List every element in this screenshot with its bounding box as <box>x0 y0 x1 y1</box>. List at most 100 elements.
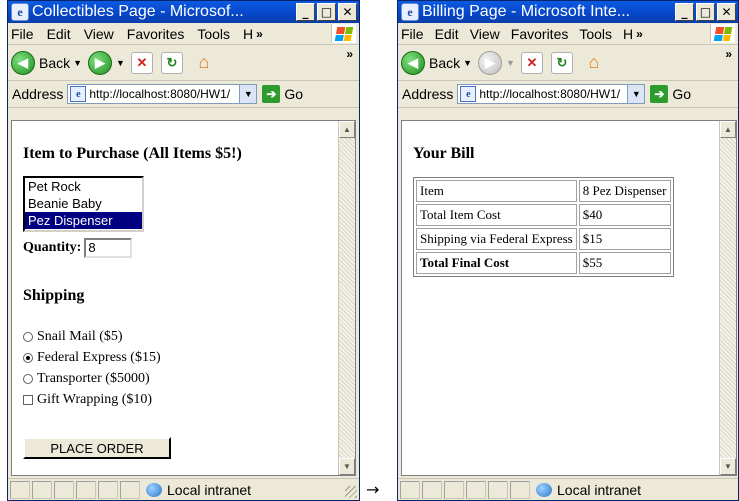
close-button[interactable]: ✕ <box>717 3 736 21</box>
back-button-label[interactable]: Back <box>429 55 460 71</box>
shipping-option-federal-express[interactable]: Federal Express ($15) <box>23 350 161 366</box>
window-title: Billing Page - Microsoft Inte... <box>422 3 631 20</box>
shipping-heading: Shipping <box>23 287 85 304</box>
go-button[interactable]: Go <box>284 86 303 102</box>
address-url[interactable]: http://localhost:8080/HW1/ <box>479 87 627 101</box>
forward-arrow-icon[interactable]: ▶ <box>88 50 113 75</box>
address-dropdown-icon[interactable]: ▼ <box>627 85 645 103</box>
menu-view[interactable]: View <box>470 26 500 42</box>
menu-view[interactable]: View <box>84 26 114 42</box>
table-row: Shipping via Federal Express $15 <box>416 228 671 250</box>
radio-button-selected[interactable] <box>23 353 33 363</box>
status-segment <box>510 480 530 499</box>
go-arrow-icon[interactable]: ➔ <box>262 85 281 103</box>
quantity-input[interactable]: 8 <box>84 238 133 258</box>
maximize-button[interactable]: □ <box>696 3 715 21</box>
page-icon: e <box>460 86 477 102</box>
address-input[interactable]: e http://localhost:8080/HW1/ ▼ <box>457 84 646 104</box>
table-row: Total Item Cost $40 <box>416 204 671 226</box>
table-row-total: Total Final Cost $55 <box>416 252 671 274</box>
back-dropdown-icon[interactable]: ▼ <box>73 58 82 68</box>
go-arrow-icon[interactable]: ➔ <box>650 85 669 103</box>
back-dropdown-icon[interactable]: ▼ <box>463 58 472 68</box>
bill-label: Shipping via Federal Express <box>416 228 577 250</box>
toolbar: ◀ Back ▼ ▶ ▼ ✕ ↻ ⌂ » <box>8 45 359 81</box>
radio-label: Transporter ($5000) <box>37 371 150 386</box>
address-label: Address <box>12 86 64 102</box>
address-url[interactable]: http://localhost:8080/HW1/ <box>89 87 239 101</box>
scroll-up-icon[interactable]: ▲ <box>339 121 355 138</box>
status-zone: Local intranet <box>167 481 252 498</box>
menu-favorites[interactable]: Favorites <box>127 26 185 42</box>
place-order-button[interactable]: PLACE ORDER <box>23 437 171 459</box>
status-segment <box>32 480 52 499</box>
toolbar-overflow-chevron[interactable]: » <box>346 47 353 61</box>
billing-window: e Billing Page - Microsoft Inte... _ □ ✕… <box>397 0 739 501</box>
address-input[interactable]: e http://localhost:8080/HW1/ ▼ <box>67 84 258 104</box>
menu-edit[interactable]: Edit <box>435 26 459 42</box>
gift-wrapping-option[interactable]: Gift Wrapping ($10) <box>23 392 152 408</box>
item-listbox[interactable]: Pet Rock Beanie Baby Pez Dispenser <box>23 176 144 232</box>
title-bar[interactable]: e Collectibles Page - Microsof... _ □ ✕ <box>8 1 359 23</box>
bill-value: 8 Pez Dispenser <box>578 180 671 202</box>
home-icon[interactable]: ⌂ <box>191 51 217 75</box>
title-bar[interactable]: e Billing Page - Microsoft Inte... _ □ ✕ <box>398 1 738 23</box>
menu-tools[interactable]: Tools <box>197 26 230 42</box>
windows-logo-icon <box>331 24 356 43</box>
menu-bar: File Edit View Favorites Tools H » <box>398 23 738 45</box>
page-viewport: Item to Purchase (All Items $5!) Pet Roc… <box>11 120 356 476</box>
menu-overflow-chevron[interactable]: » <box>256 27 263 41</box>
minimize-button[interactable]: _ <box>675 3 694 21</box>
ie-icon: e <box>11 3 29 21</box>
close-button[interactable]: ✕ <box>338 3 357 21</box>
maximize-button[interactable]: □ <box>317 3 336 21</box>
refresh-icon[interactable]: ↻ <box>550 51 573 74</box>
list-option-selected[interactable]: Pez Dispenser <box>25 212 142 229</box>
resize-grip-icon[interactable] <box>345 486 357 498</box>
menu-help[interactable]: H <box>623 26 633 42</box>
bill-label: Total Item Cost <box>416 204 577 226</box>
menu-favorites[interactable]: Favorites <box>511 26 569 42</box>
home-icon[interactable]: ⌂ <box>581 51 607 75</box>
forward-dropdown-icon[interactable]: ▼ <box>116 58 125 68</box>
radio-button[interactable] <box>23 374 33 384</box>
status-segment <box>120 480 140 499</box>
list-option[interactable]: Beanie Baby <box>25 195 142 212</box>
stop-icon[interactable]: ✕ <box>520 51 543 74</box>
list-option[interactable]: Pet Rock <box>25 178 142 195</box>
menu-file[interactable]: File <box>401 26 424 42</box>
status-segment <box>10 480 30 499</box>
radio-button[interactable] <box>23 332 33 342</box>
gift-wrapping-checkbox[interactable] <box>23 395 33 405</box>
menu-help[interactable]: H <box>243 26 253 42</box>
menu-file[interactable]: File <box>11 26 34 42</box>
menu-tools[interactable]: Tools <box>579 26 612 42</box>
scroll-down-icon[interactable]: ▼ <box>720 458 736 475</box>
shipping-option-transporter[interactable]: Transporter ($5000) <box>23 371 150 387</box>
quantity-label: Quantity: <box>23 240 82 255</box>
go-button[interactable]: Go <box>672 86 691 102</box>
refresh-icon[interactable]: ↻ <box>160 51 183 74</box>
scroll-up-icon[interactable]: ▲ <box>720 121 736 138</box>
page-viewport: Your Bill Item 8 Pez Dispenser Total Ite… <box>401 120 737 476</box>
forward-dropdown-icon[interactable]: ▼ <box>506 58 515 68</box>
back-arrow-icon[interactable]: ◀ <box>11 50 35 75</box>
stop-icon[interactable]: ✕ <box>130 51 153 74</box>
shipping-option-snail-mail[interactable]: Snail Mail ($5) <box>23 329 123 345</box>
vertical-scrollbar[interactable]: ▲ ▼ <box>338 121 355 475</box>
page-icon: e <box>70 86 87 102</box>
minimize-button[interactable]: _ <box>296 3 315 21</box>
bill-value: $15 <box>578 228 671 250</box>
forward-arrow-icon[interactable]: ▶ <box>478 50 503 75</box>
back-button-label[interactable]: Back <box>39 55 70 71</box>
back-arrow-icon[interactable]: ◀ <box>401 50 425 75</box>
bill-heading: Your Bill <box>413 145 475 162</box>
menu-edit[interactable]: Edit <box>47 26 71 42</box>
scroll-down-icon[interactable]: ▼ <box>339 458 355 475</box>
radio-label: Snail Mail ($5) <box>37 329 123 344</box>
address-bar: Address e http://localhost:8080/HW1/ ▼ ➔… <box>398 81 738 108</box>
toolbar-overflow-chevron[interactable]: » <box>725 47 732 61</box>
menu-overflow-chevron[interactable]: » <box>636 27 643 41</box>
vertical-scrollbar[interactable]: ▲ ▼ <box>719 121 736 475</box>
address-dropdown-icon[interactable]: ▼ <box>239 85 257 103</box>
